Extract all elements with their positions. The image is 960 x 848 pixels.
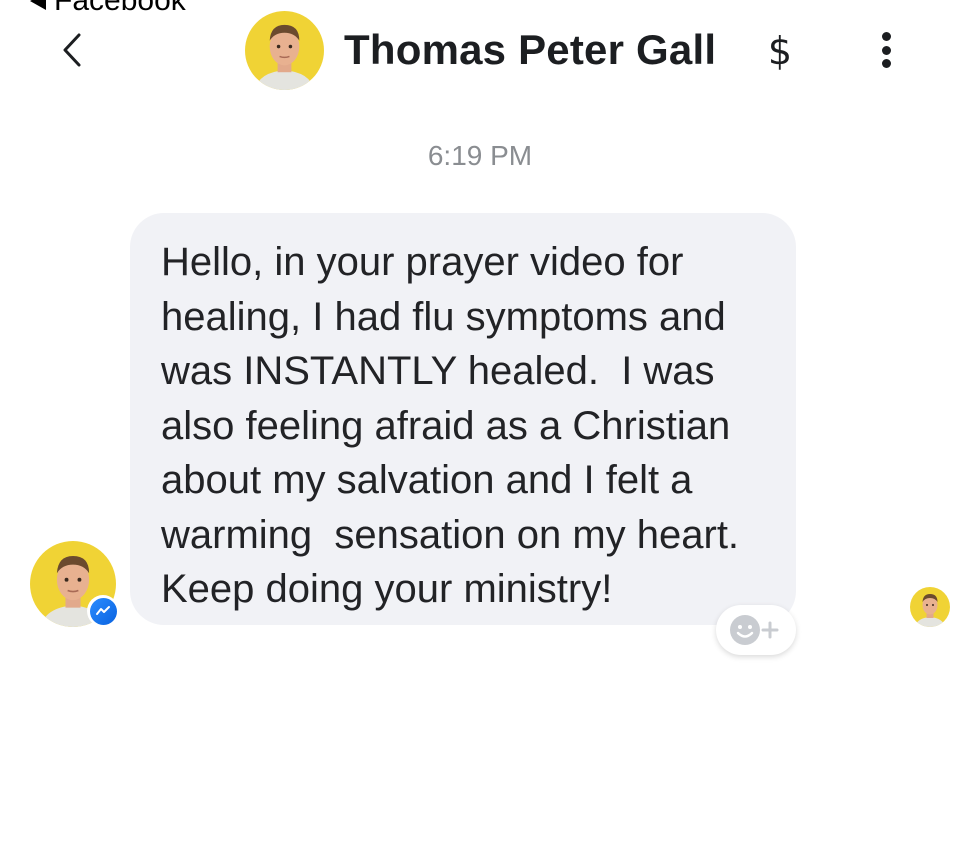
back-button[interactable] bbox=[52, 26, 92, 74]
dot bbox=[881, 32, 891, 41]
vertical-ellipsis-icon[interactable] bbox=[866, 28, 906, 72]
message-timestamp: 6:19 PM bbox=[427, 140, 533, 171]
back-triangle-icon bbox=[30, 0, 46, 10]
message-text: Hello, in your prayer video for healing,… bbox=[161, 240, 740, 611]
dollar-icon[interactable]: $ bbox=[760, 26, 800, 76]
message-bubble[interactable]: Hello, in your prayer video for healing,… bbox=[130, 213, 796, 625]
add-reaction-button[interactable] bbox=[716, 605, 796, 655]
contact-photo bbox=[245, 11, 324, 90]
read-receipt-avatar bbox=[910, 587, 950, 627]
messenger-icon bbox=[87, 595, 119, 627]
chevron-left-icon bbox=[63, 33, 81, 67]
dot bbox=[881, 45, 891, 55]
contact-avatar[interactable] bbox=[245, 11, 324, 90]
sender-avatar[interactable] bbox=[30, 541, 119, 627]
status-back-label: Facebook bbox=[54, 0, 186, 17]
dot bbox=[881, 59, 891, 68]
status-bar-back-link[interactable]: Facebook bbox=[30, 0, 186, 17]
add-reaction-icon bbox=[730, 615, 779, 645]
contact-name[interactable]: Thomas Peter Gall bbox=[344, 26, 716, 74]
